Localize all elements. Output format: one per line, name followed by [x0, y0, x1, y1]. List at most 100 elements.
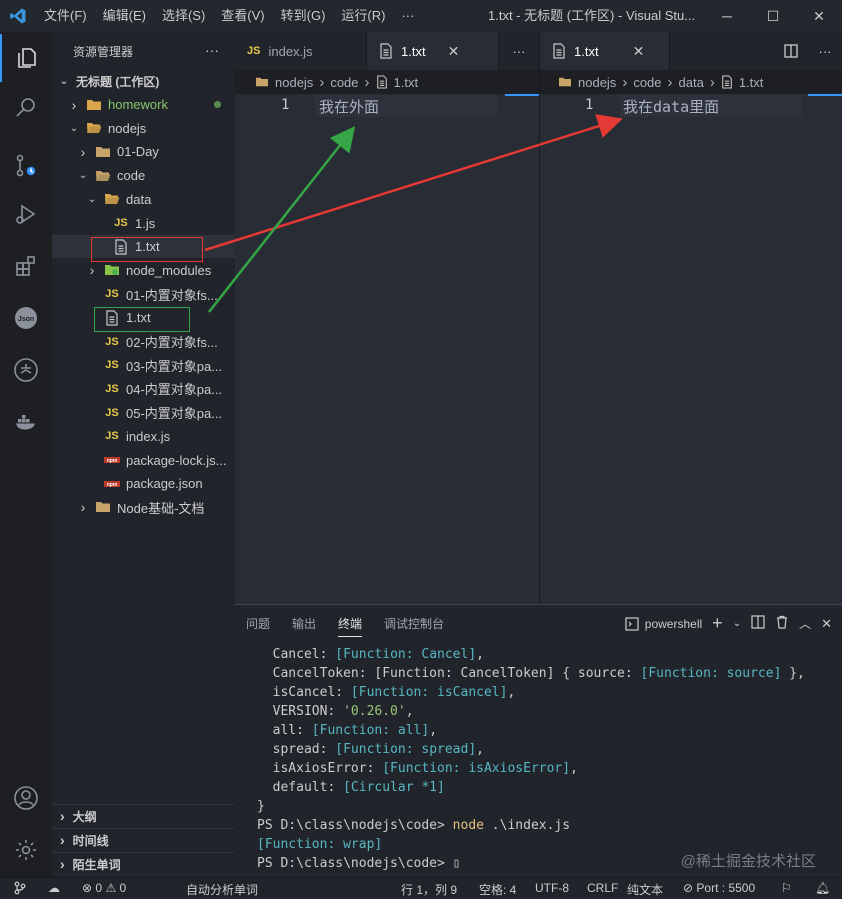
source-control-icon[interactable] — [0, 142, 52, 190]
json-icon[interactable]: Json — [0, 294, 52, 342]
indentation[interactable]: 空格: 4 — [479, 881, 516, 898]
shell-selector[interactable]: powershell — [625, 617, 702, 631]
chevron-right-icon: › — [80, 143, 86, 160]
extensions-icon[interactable] — [0, 242, 52, 290]
encoding[interactable]: UTF-8 — [535, 881, 569, 895]
menu-item[interactable]: 查看(V) — [213, 0, 272, 32]
tab-1-txt-right[interactable]: 1.txt ✕ — [540, 32, 670, 70]
trash-icon[interactable] — [775, 615, 789, 632]
maximize-panel-icon[interactable]: ︿ — [799, 615, 811, 632]
panel-tab[interactable]: 输出 — [281, 605, 327, 643]
terminal-line: all: [Function: all], — [257, 723, 437, 738]
close-window-button[interactable]: ✕ — [796, 0, 842, 32]
tree-item[interactable]: npm package-lock.js... — [52, 449, 235, 472]
close-tab-icon[interactable]: ✕ — [633, 43, 645, 60]
tree-item[interactable]: JS 01-内置对象fs... — [52, 283, 235, 306]
language-mode[interactable]: 纯文本 — [627, 881, 663, 898]
terminal-text: PS D:\class\nodejs\code> — [257, 818, 453, 833]
line-ending[interactable]: CRLF — [587, 881, 618, 895]
problems-indicator[interactable]: ⊗ 0 ⚠ 0 — [82, 881, 126, 895]
menu-item[interactable]: 选择(S) — [154, 0, 213, 32]
search-icon[interactable] — [0, 84, 52, 132]
terminal-text: [Function: isAxiosError] — [382, 761, 571, 776]
terminal-line: isAxiosError: [Function: isAxiosError], — [257, 761, 578, 776]
panel-tab[interactable]: 问题 — [235, 605, 281, 643]
tree-item[interactable]: › Node基础-文档 — [52, 496, 235, 519]
chevron-right-icon: › — [709, 73, 715, 91]
sidebar-section[interactable]: › 大纲 — [52, 804, 235, 827]
cursor-position[interactable]: 行 1，列 9 — [401, 881, 457, 898]
close-tab-icon[interactable]: ✕ — [448, 43, 460, 60]
run-debug-icon[interactable] — [0, 190, 52, 238]
account-icon[interactable] — [0, 774, 52, 822]
terminal-text: , — [476, 742, 484, 757]
sidebar-section[interactable]: › 时间线 — [52, 828, 235, 851]
panel-tab[interactable]: 终端 — [327, 605, 373, 643]
tree-item[interactable]: › node_modules — [52, 259, 235, 282]
menu-item[interactable]: 转到(G) — [273, 0, 334, 32]
folder-icon — [104, 191, 120, 207]
settings-gear-icon[interactable] — [0, 826, 52, 874]
folder-icon — [86, 120, 102, 136]
text-file-icon — [379, 43, 393, 59]
meeting-icon[interactable] — [0, 346, 52, 394]
terminal-text: node — [452, 818, 484, 833]
breadcrumb-item[interactable]: 1.txt — [739, 75, 764, 90]
workspace-root[interactable]: ⌄ 无标题 (工作区) — [52, 70, 235, 93]
split-terminal-icon[interactable] — [751, 615, 765, 632]
breadcrumb-item[interactable]: code — [633, 75, 661, 90]
right-editor[interactable]: 1 我在data里面 — [540, 94, 842, 604]
tree-item[interactable]: › 01-Day — [52, 140, 235, 163]
terminal-text: [Function: spread] — [335, 742, 477, 757]
tab-index-js[interactable]: JS index.js — [235, 32, 367, 70]
cloud-sync-icon[interactable]: ☁ — [48, 881, 60, 895]
menu-item[interactable]: ··· — [393, 0, 422, 32]
more-actions-icon[interactable]: ··· — [808, 32, 842, 70]
breadcrumb-item[interactable]: 1.txt — [394, 75, 419, 90]
js-file-icon: JS — [105, 382, 119, 395]
tree-item[interactable]: › homework — [52, 93, 235, 116]
terminal-text: PS D:\class\nodejs\code> — [257, 856, 453, 871]
breadcrumb-item[interactable]: data — [679, 75, 704, 90]
live-server-port[interactable]: ⊘ Port : 5500 — [683, 881, 755, 895]
minimize-button[interactable]: ─ — [704, 0, 750, 32]
chevron-right-icon: › — [667, 73, 673, 91]
maximize-button[interactable]: ☐ — [750, 0, 796, 32]
terminal-text: [Function: all] — [311, 723, 430, 738]
new-terminal-icon[interactable]: + — [712, 613, 723, 634]
chevron-down-icon: ⌄ — [87, 193, 97, 205]
breadcrumb-item[interactable]: nodejs — [578, 75, 616, 90]
tree-item[interactable]: JS 04-内置对象pa... — [52, 377, 235, 400]
docker-icon[interactable] — [0, 398, 52, 446]
sidebar-section[interactable]: › 陌生单词 — [52, 852, 235, 875]
explorer-icon[interactable] — [0, 34, 52, 82]
split-editor-icon[interactable] — [774, 32, 808, 70]
notifications-bell-icon[interactable]: 🔔︎ — [815, 881, 830, 895]
breadcrumb-item[interactable]: code — [330, 75, 358, 90]
breadcrumb-item[interactable]: nodejs — [275, 75, 313, 90]
menu-item[interactable]: 运行(R) — [333, 0, 393, 32]
tree-item[interactable]: ⌄ data — [52, 188, 235, 211]
feedback-icon[interactable]: ⚐ — [781, 881, 792, 895]
menu-item[interactable]: 编辑(E) — [95, 0, 154, 32]
left-editor[interactable]: 1 我在外面 — [235, 94, 539, 604]
chevron-down-icon[interactable]: ⌄ — [733, 618, 741, 629]
tree-item[interactable]: JS 03-内置对象pa... — [52, 354, 235, 377]
tree-item[interactable]: JS 05-内置对象pa... — [52, 401, 235, 424]
tree-item[interactable]: JS 02-内置对象fs... — [52, 330, 235, 353]
more-actions-icon[interactable]: ··· — [205, 42, 219, 58]
tree-item[interactable]: ⌄ code — [52, 164, 235, 187]
tree-item[interactable]: JS 1.js — [52, 212, 235, 235]
tab-1-txt[interactable]: 1.txt ✕ — [367, 32, 499, 70]
source-control-branch-icon[interactable] — [14, 881, 26, 898]
tree-item[interactable]: npm package.json — [52, 472, 235, 495]
tree-item-label: 01-内置对象fs... — [126, 287, 218, 303]
tree-item[interactable]: ⌄ nodejs — [52, 117, 235, 140]
more-actions-icon[interactable]: ··· — [499, 32, 539, 70]
terminal-text: .\index.js — [483, 818, 571, 833]
close-panel-icon[interactable]: ✕ — [821, 616, 832, 632]
panel-tab[interactable]: 调试控制台 — [373, 605, 455, 643]
menu-item[interactable]: 文件(F) — [36, 0, 95, 32]
tree-item[interactable]: JS index.js — [52, 425, 235, 448]
auto-analyze-button[interactable]: 自动分析单词 — [186, 881, 258, 898]
